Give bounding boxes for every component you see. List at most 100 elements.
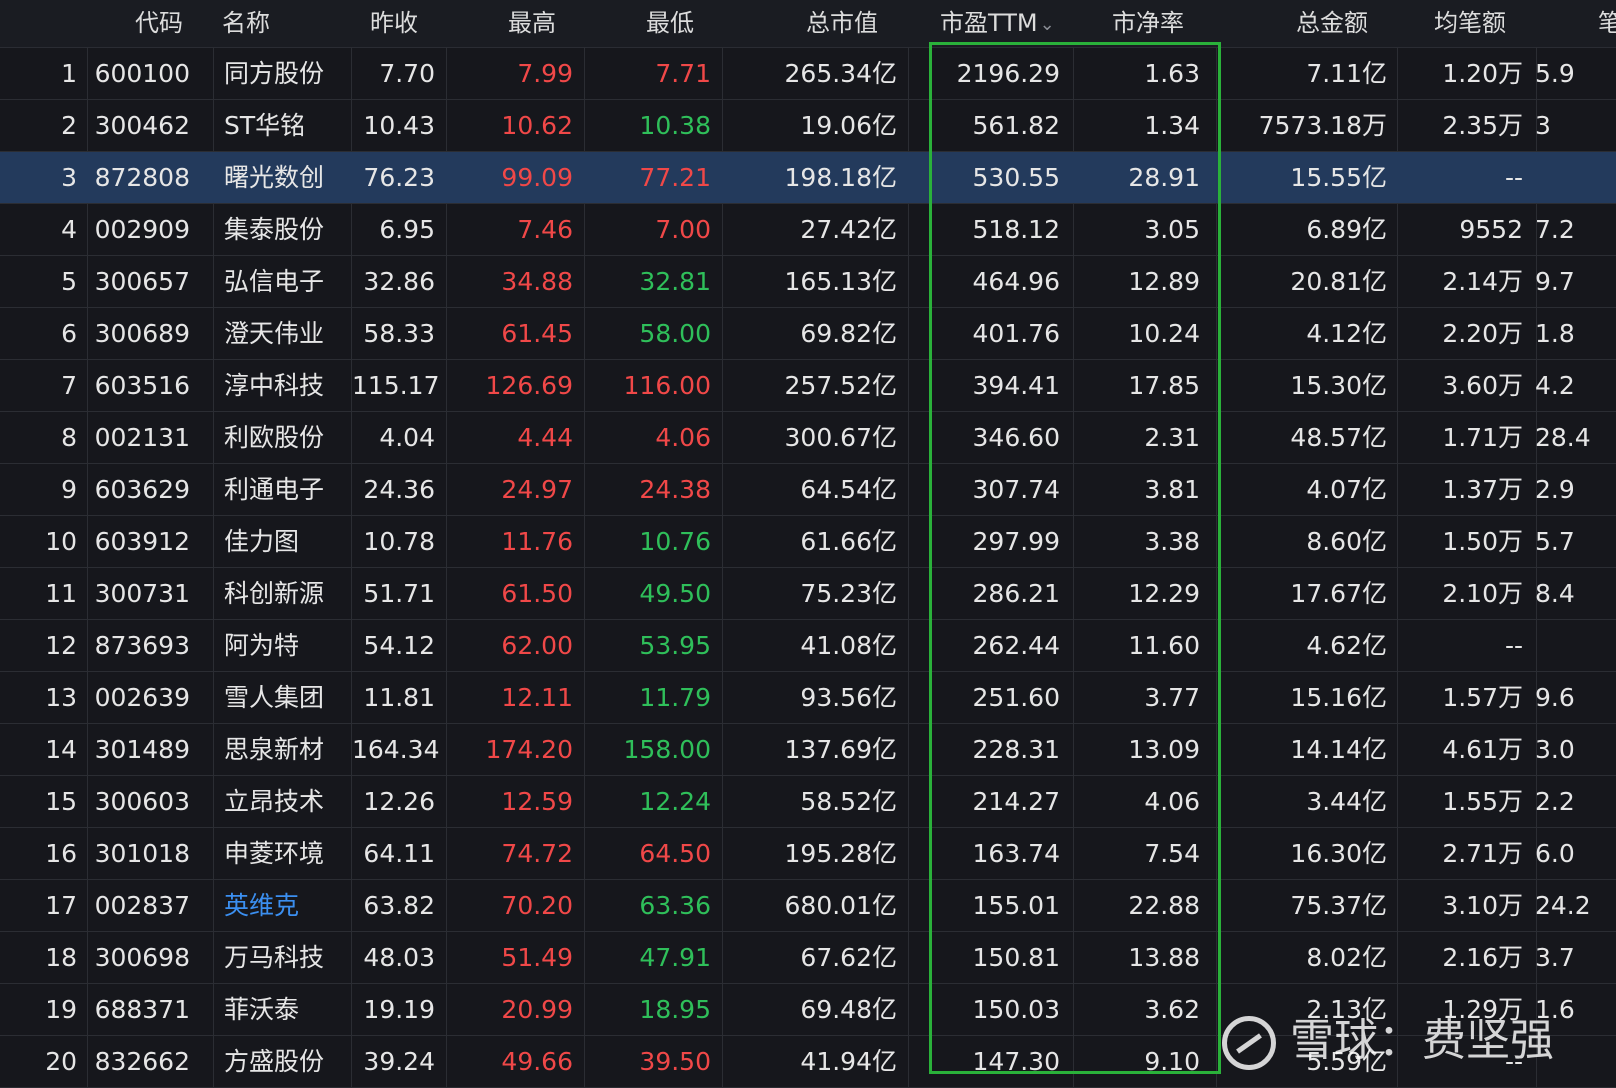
table-row[interactable]: 9 603629 利通电子 24.36 24.97 24.38 64.54亿 307.74 3.… (0, 464, 1616, 516)
header-label: 最低 (646, 9, 694, 37)
header-stock-name[interactable]: 名称 (222, 0, 270, 47)
pe-ttm-cell: 561.82 (972, 111, 1060, 140)
table-row[interactable]: 15 300603 立昂技术 12.26 12.59 12.24 58.52亿 214.27 4… (0, 776, 1616, 828)
row-number-cell: 19 (45, 995, 77, 1024)
row-number-cell: 12 (45, 631, 77, 660)
high-price-cell: 12.59 (501, 787, 573, 816)
pe-ttm-cell: 163.74 (972, 839, 1060, 868)
header-prev-close[interactable]: 昨收 (370, 0, 418, 47)
avg-trade-cell: 1.50万 (1442, 527, 1523, 556)
pe-ttm-cell: 297.99 (972, 527, 1060, 556)
stock-name-cell: 科创新源 (224, 579, 325, 608)
header-market-cap[interactable]: 总市值 (806, 0, 878, 47)
high-price-cell: 12.11 (501, 683, 573, 712)
row-number-cell: 15 (45, 787, 77, 816)
table-row[interactable]: 2 300462 ST华铭 10.43 10.62 10.38 19.06亿 561.82 1.… (0, 100, 1616, 152)
avg-trade-cell: 1.55万 (1442, 787, 1523, 816)
table-row[interactable]: 7 603516 淳中科技 115.17 126.69 116.00 257.52亿 394.… (0, 360, 1616, 412)
pe-ttm-cell: 214.27 (972, 787, 1060, 816)
market-cap-cell: 69.82亿 (800, 319, 897, 348)
trade-count-cell: 7.2 (1535, 215, 1575, 244)
chevron-down-icon[interactable]: ⌄ (1040, 1, 1055, 48)
table-row[interactable]: 8 002131 利欧股份 4.04 4.44 4.06 300.67亿 346.60 2.31… (0, 412, 1616, 464)
market-cap-cell: 300.67亿 (784, 423, 897, 452)
pb-ratio-cell: 11.60 (1128, 631, 1200, 660)
total-amount-cell: 4.07亿 (1306, 475, 1387, 504)
market-cap-cell: 58.52亿 (800, 787, 897, 816)
pb-ratio-cell: 1.34 (1144, 111, 1200, 140)
prev-close-cell: 39.24 (363, 1047, 435, 1076)
low-price-cell: 64.50 (639, 839, 711, 868)
pb-ratio-cell: 28.91 (1128, 163, 1200, 192)
low-price-cell: 7.00 (655, 215, 711, 244)
header-pe-ttm[interactable]: 市盈TTM ⌄ (940, 0, 1055, 47)
header-low-price[interactable]: 最低 (646, 0, 694, 47)
market-cap-cell: 61.66亿 (800, 527, 897, 556)
stock-name-cell: 万马科技 (224, 943, 325, 972)
market-cap-cell: 41.94亿 (800, 1047, 897, 1076)
low-price-cell: 32.81 (639, 267, 711, 296)
low-price-cell: 24.38 (639, 475, 711, 504)
table-row[interactable]: 16 301018 申菱环境 64.11 74.72 64.50 195.28亿 163.74… (0, 828, 1616, 880)
header-avg-trade[interactable]: 均笔额 (1434, 0, 1506, 47)
low-price-cell: 49.50 (639, 579, 711, 608)
table-row[interactable]: 13 002639 雪人集团 11.81 12.11 11.79 93.56亿 251.60 3… (0, 672, 1616, 724)
table-row[interactable]: 4 002909 集泰股份 6.95 7.46 7.00 27.42亿 518.12 3.05 6… (0, 204, 1616, 256)
header-label: 代码 (135, 9, 183, 37)
table-row[interactable]: 18 300698 万马科技 48.03 51.49 47.91 67.62亿 150.81 1… (0, 932, 1616, 984)
pe-ttm-cell: 147.30 (972, 1047, 1060, 1076)
trade-count-cell: 4.2 (1535, 371, 1575, 400)
stock-code-cell: 600100 (94, 59, 190, 88)
table-row[interactable]: 11 300731 科创新源 51.71 61.50 49.50 75.23亿 286.21 1… (0, 568, 1616, 620)
high-price-cell: 34.88 (501, 267, 573, 296)
low-price-cell: 11.79 (639, 683, 711, 712)
pb-ratio-cell: 4.06 (1144, 787, 1200, 816)
table-row[interactable]: 1 600100 同方股份 7.70 7.99 7.71 265.34亿 2196.29 1.6… (0, 48, 1616, 100)
table-row[interactable]: 12 873693 阿为特 54.12 62.00 53.95 41.08亿 262.44 11… (0, 620, 1616, 672)
market-cap-cell: 265.34亿 (784, 59, 897, 88)
row-number-cell: 6 (61, 319, 77, 348)
low-price-cell: 158.00 (623, 735, 711, 764)
header-high-price[interactable]: 最高 (508, 0, 556, 47)
trade-count-cell: 3.0 (1535, 735, 1575, 764)
pb-ratio-cell: 12.29 (1128, 579, 1200, 608)
pe-ttm-cell: 464.96 (972, 267, 1060, 296)
total-amount-cell: 16.30亿 (1290, 839, 1387, 868)
table-row[interactable]: 17 002837 英维克 63.82 70.20 63.36 680.01亿 155.01 2… (0, 880, 1616, 932)
high-price-cell: 74.72 (501, 839, 573, 868)
table-row[interactable]: 6 300689 澄天伟业 58.33 61.45 58.00 69.82亿 401.76 10… (0, 308, 1616, 360)
stock-name-cell: 弘信电子 (224, 267, 325, 296)
avg-trade-cell: -- (1504, 163, 1523, 192)
header-total-amount[interactable]: 总金额 (1296, 0, 1368, 47)
pb-ratio-cell: 2.31 (1144, 423, 1200, 452)
row-number-cell: 17 (45, 891, 77, 920)
total-amount-cell: 15.55亿 (1290, 163, 1387, 192)
header-trade-count[interactable]: 笔 (1598, 0, 1616, 47)
pb-ratio-cell: 3.38 (1144, 527, 1200, 556)
header-label: 均笔额 (1434, 9, 1506, 37)
table-row[interactable]: 10 603912 佳力图 10.78 11.76 10.76 61.66亿 297.99 3.… (0, 516, 1616, 568)
stock-name-cell: 利通电子 (224, 475, 325, 504)
stock-code-cell: 873693 (94, 631, 190, 660)
table-row[interactable]: 3 872808 曙光数创 76.23 99.09 77.21 198.18亿 530.55 2… (0, 152, 1616, 204)
stock-table: 代码 名称 昨收 最高 最低 总市值 市盈TTM ⌄ 市净率 总金额 均笔额 笔 1 600100 同方股… (0, 0, 1616, 1088)
stock-code-cell: 002909 (94, 215, 190, 244)
row-number-cell: 8 (61, 423, 77, 452)
header-pb-ratio[interactable]: 市净率 (1112, 0, 1184, 47)
stock-name-cell: 思泉新材 (224, 735, 325, 764)
pe-ttm-cell: 155.01 (972, 891, 1060, 920)
pe-ttm-cell: 530.55 (972, 163, 1060, 192)
stock-code-cell: 688371 (94, 995, 190, 1024)
low-price-cell: 77.21 (639, 163, 711, 192)
header-stock-code[interactable]: 代码 (135, 0, 183, 47)
stock-name-cell: 淳中科技 (224, 371, 325, 400)
stock-name-cell: 立昂技术 (224, 787, 325, 816)
row-number-cell: 3 (61, 163, 77, 192)
avg-trade-cell: 2.20万 (1442, 319, 1523, 348)
header-label: 市净率 (1112, 9, 1184, 37)
prev-close-cell: 48.03 (363, 943, 435, 972)
stock-name-cell: 利欧股份 (224, 423, 325, 452)
table-row[interactable]: 14 301489 思泉新材 164.34 174.20 158.00 137.69亿 228… (0, 724, 1616, 776)
row-number-cell: 14 (45, 735, 77, 764)
table-row[interactable]: 5 300657 弘信电子 32.86 34.88 32.81 165.13亿 464.96 1… (0, 256, 1616, 308)
